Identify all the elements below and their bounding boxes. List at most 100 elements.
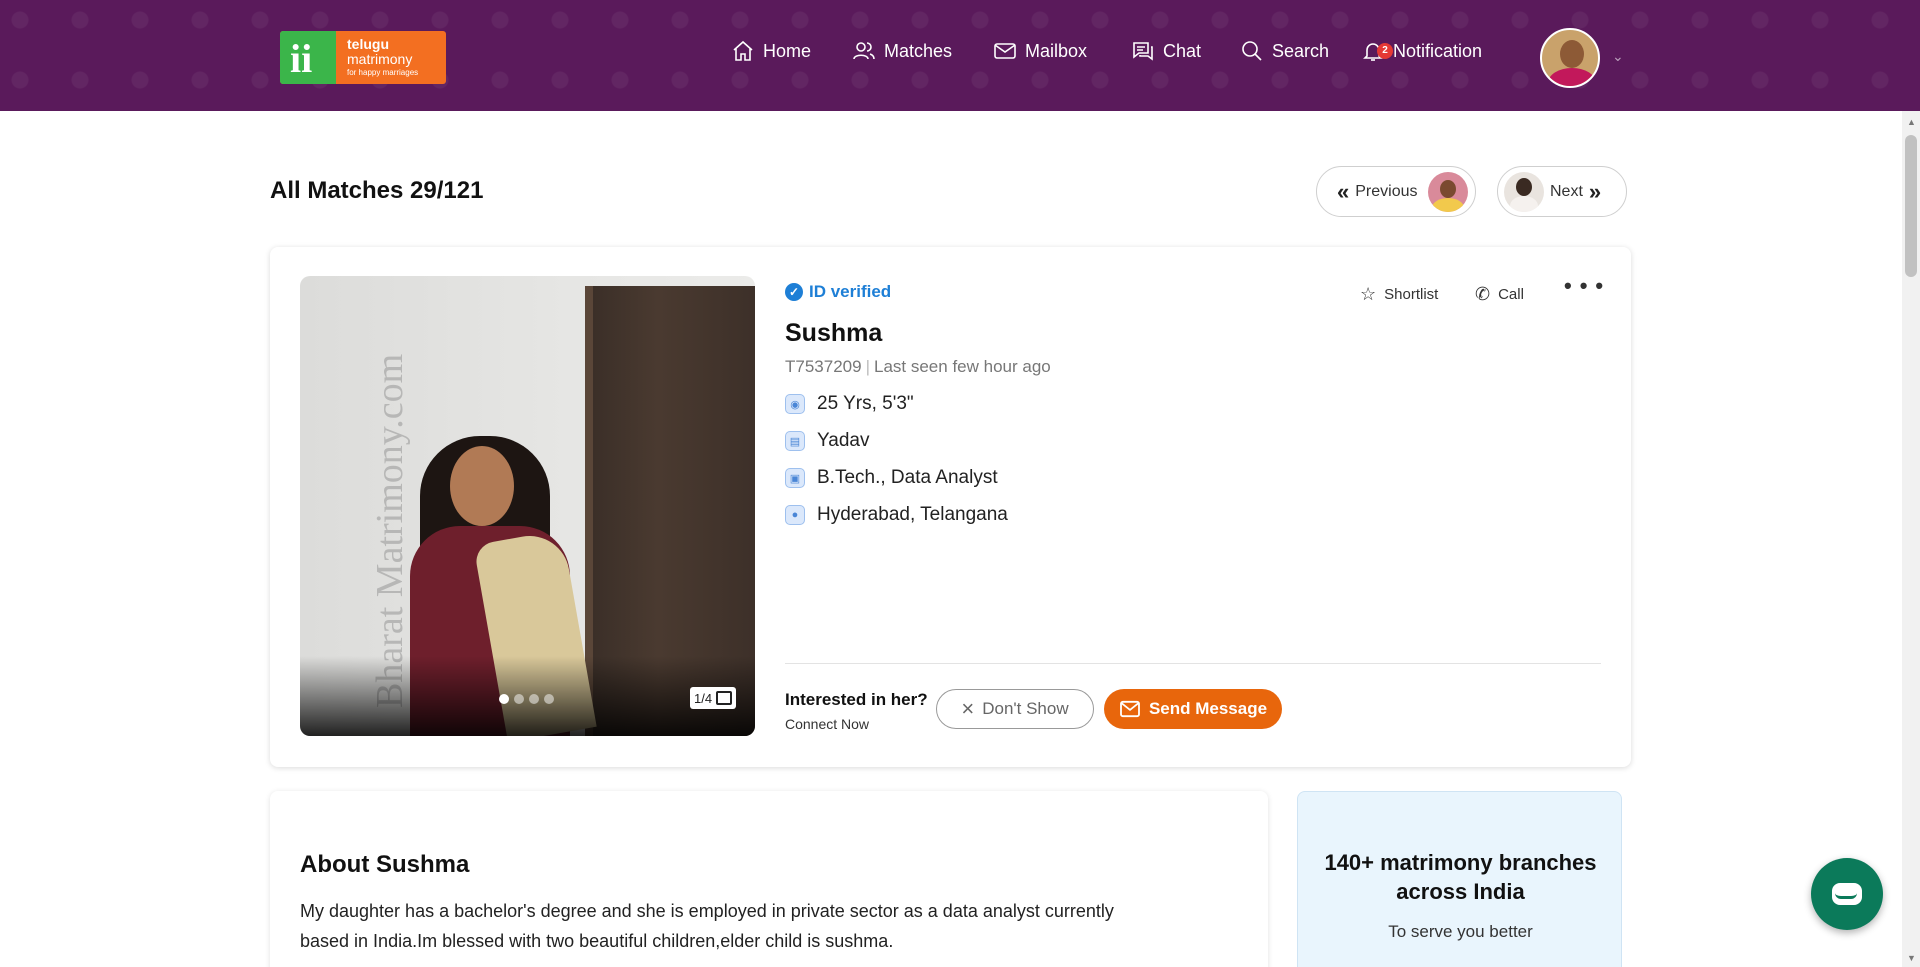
profile-id: T7537209 <box>785 357 862 376</box>
profile-photo[interactable]: Bharat Matrimony.com 1/4 <box>300 276 755 736</box>
logo-text-line2: matrimony <box>347 51 413 67</box>
previous-label: Previous <box>1355 182 1418 200</box>
interested-prompt: Interested in her? <box>785 690 928 709</box>
about-section: About Sushma My daughter has a bachelor'… <box>270 791 1268 967</box>
card-divider <box>785 663 1601 664</box>
top-navigation-bar: ii telugu matrimony for happy marriages … <box>0 0 1920 111</box>
nav-mailbox-label: Mailbox <box>1025 40 1088 61</box>
briefcase-icon: ▣ <box>785 468 805 488</box>
community-book-icon: ▤ <box>785 431 805 451</box>
carousel-dot[interactable] <box>514 694 524 704</box>
next-label: Next <box>1550 182 1583 200</box>
logo-glyph-icon: ii <box>290 36 313 81</box>
chevron-down-icon[interactable]: ⌄ <box>1612 48 1624 65</box>
notification-icon-wrap: 2 <box>1361 39 1393 63</box>
attribute-age-height: ◉ 25 Yrs, 5'3" <box>785 393 914 415</box>
scroll-down-arrow-icon[interactable]: ▼ <box>1907 953 1916 963</box>
home-icon <box>733 40 753 61</box>
dot: • <box>1564 273 1572 298</box>
age-icon: ◉ <box>785 394 805 414</box>
carousel-dot[interactable] <box>544 694 554 704</box>
logo-tagline: for happy marriages <box>347 68 419 77</box>
double-chevron-left-icon: « <box>1337 178 1350 204</box>
shortlist-label: Shortlist <box>1384 286 1439 303</box>
nav-home[interactable]: Home <box>731 38 811 64</box>
phone-icon: ✆ <box>1475 284 1491 304</box>
double-chevron-right-icon: » <box>1588 178 1602 204</box>
caste-value: Yadav <box>817 430 870 451</box>
attribute-location: ● Hyderabad, Telangana <box>785 504 1008 526</box>
photo-face <box>450 446 514 526</box>
nav-search[interactable]: Search <box>1240 38 1329 64</box>
meta-separator: | <box>865 357 870 376</box>
search-icon <box>1242 41 1262 61</box>
verified-check-icon: ✓ <box>785 283 803 301</box>
location-pin-icon: ● <box>785 505 805 525</box>
photo-counter-text: 1/4 <box>694 690 713 706</box>
users-icon <box>853 42 875 60</box>
nav-notification-label: Notification <box>1393 40 1483 61</box>
dont-show-button[interactable]: × Don't Show <box>936 689 1094 729</box>
nav-chat-label: Chat <box>1163 40 1202 61</box>
nav-matches-label: Matches <box>884 40 953 61</box>
nav-search-label: Search <box>1272 40 1330 61</box>
thumb-head <box>1516 177 1532 196</box>
shortlist-button[interactable]: ☆ Shortlist <box>1360 284 1438 305</box>
page-scrollbar[interactable]: ▲ ▼ <box>1902 111 1920 967</box>
mail-icon <box>994 43 1016 59</box>
send-message-label: Send Message <box>1148 699 1268 718</box>
last-seen: Last seen few hour ago <box>874 357 1051 376</box>
id-verified-badge: ✓ ID verified <box>785 282 891 302</box>
scrollbar-thumb[interactable] <box>1905 135 1917 277</box>
call-button[interactable]: ✆ Call <box>1475 284 1524 305</box>
profile-meta: T7537209 | Last seen few hour ago <box>785 357 1051 377</box>
connect-now-text: Connect Now <box>785 716 870 732</box>
page-title: All Matches 29/121 <box>270 177 484 204</box>
about-text: My daughter has a bachelor's degree and … <box>300 901 1114 951</box>
previous-profile-thumbnail <box>1427 171 1468 212</box>
dot: • <box>1595 273 1604 298</box>
telugu-matrimony-logo[interactable]: ii telugu matrimony for happy marriages <box>280 31 446 84</box>
mail-icon <box>1120 700 1140 718</box>
nav-mailbox[interactable]: Mailbox <box>993 38 1087 64</box>
attribute-education: ▣ B.Tech., Data Analyst <box>785 467 998 489</box>
about-title: About Sushma <box>300 851 470 878</box>
photo-counter[interactable]: 1/4 <box>690 687 737 709</box>
send-message-button[interactable]: Send Message <box>1104 689 1282 729</box>
profile-card: Bharat Matrimony.com 1/4 ✓ ID verified S… <box>270 247 1631 767</box>
nav-chat[interactable]: Chat <box>1131 38 1201 64</box>
branches-title: 140+ matrimony branches across India <box>1324 850 1597 904</box>
avatar-shirt <box>1548 68 1596 86</box>
scroll-up-arrow-icon[interactable]: ▲ <box>1907 117 1916 127</box>
photo-watermark: Bharat Matrimony.com <box>369 353 411 708</box>
next-profile-button[interactable]: Next » <box>1497 166 1627 217</box>
gallery-icon <box>716 691 733 705</box>
profile-name: Sushma <box>785 319 883 347</box>
more-options-icon[interactable]: • • • <box>1564 273 1603 298</box>
previous-profile-button[interactable]: « Previous <box>1316 166 1476 217</box>
thumb-body <box>1510 195 1538 212</box>
branches-subtitle: To serve you better <box>1388 922 1533 941</box>
thumb-body <box>1431 197 1464 212</box>
user-avatar[interactable] <box>1540 28 1600 88</box>
carousel-dot[interactable] <box>499 694 509 704</box>
id-verified-label: ID verified <box>809 282 892 301</box>
close-icon: × <box>961 696 975 721</box>
nav-home-label: Home <box>763 40 812 61</box>
thumb-head <box>1439 179 1456 198</box>
chat-icon <box>1133 42 1153 61</box>
chat-support-button[interactable] <box>1811 858 1883 930</box>
logo-text-line1: telugu <box>347 36 389 52</box>
next-profile-thumbnail <box>1504 171 1544 212</box>
chat-bubble-icon <box>1832 883 1862 905</box>
carousel-dot[interactable] <box>529 694 539 704</box>
call-label: Call <box>1498 286 1524 303</box>
star-icon: ☆ <box>1360 284 1377 304</box>
notification-badge: 2 <box>1377 43 1393 59</box>
dot: • <box>1579 273 1588 298</box>
branches-promo-card: 140+ matrimony branches across India To … <box>1297 791 1622 967</box>
education-value: B.Tech., Data Analyst <box>817 467 998 488</box>
nav-matches[interactable]: Matches <box>852 38 952 64</box>
nav-notification[interactable]: 2 Notification <box>1361 38 1482 64</box>
age-height-value: 25 Yrs, 5'3" <box>817 393 914 414</box>
